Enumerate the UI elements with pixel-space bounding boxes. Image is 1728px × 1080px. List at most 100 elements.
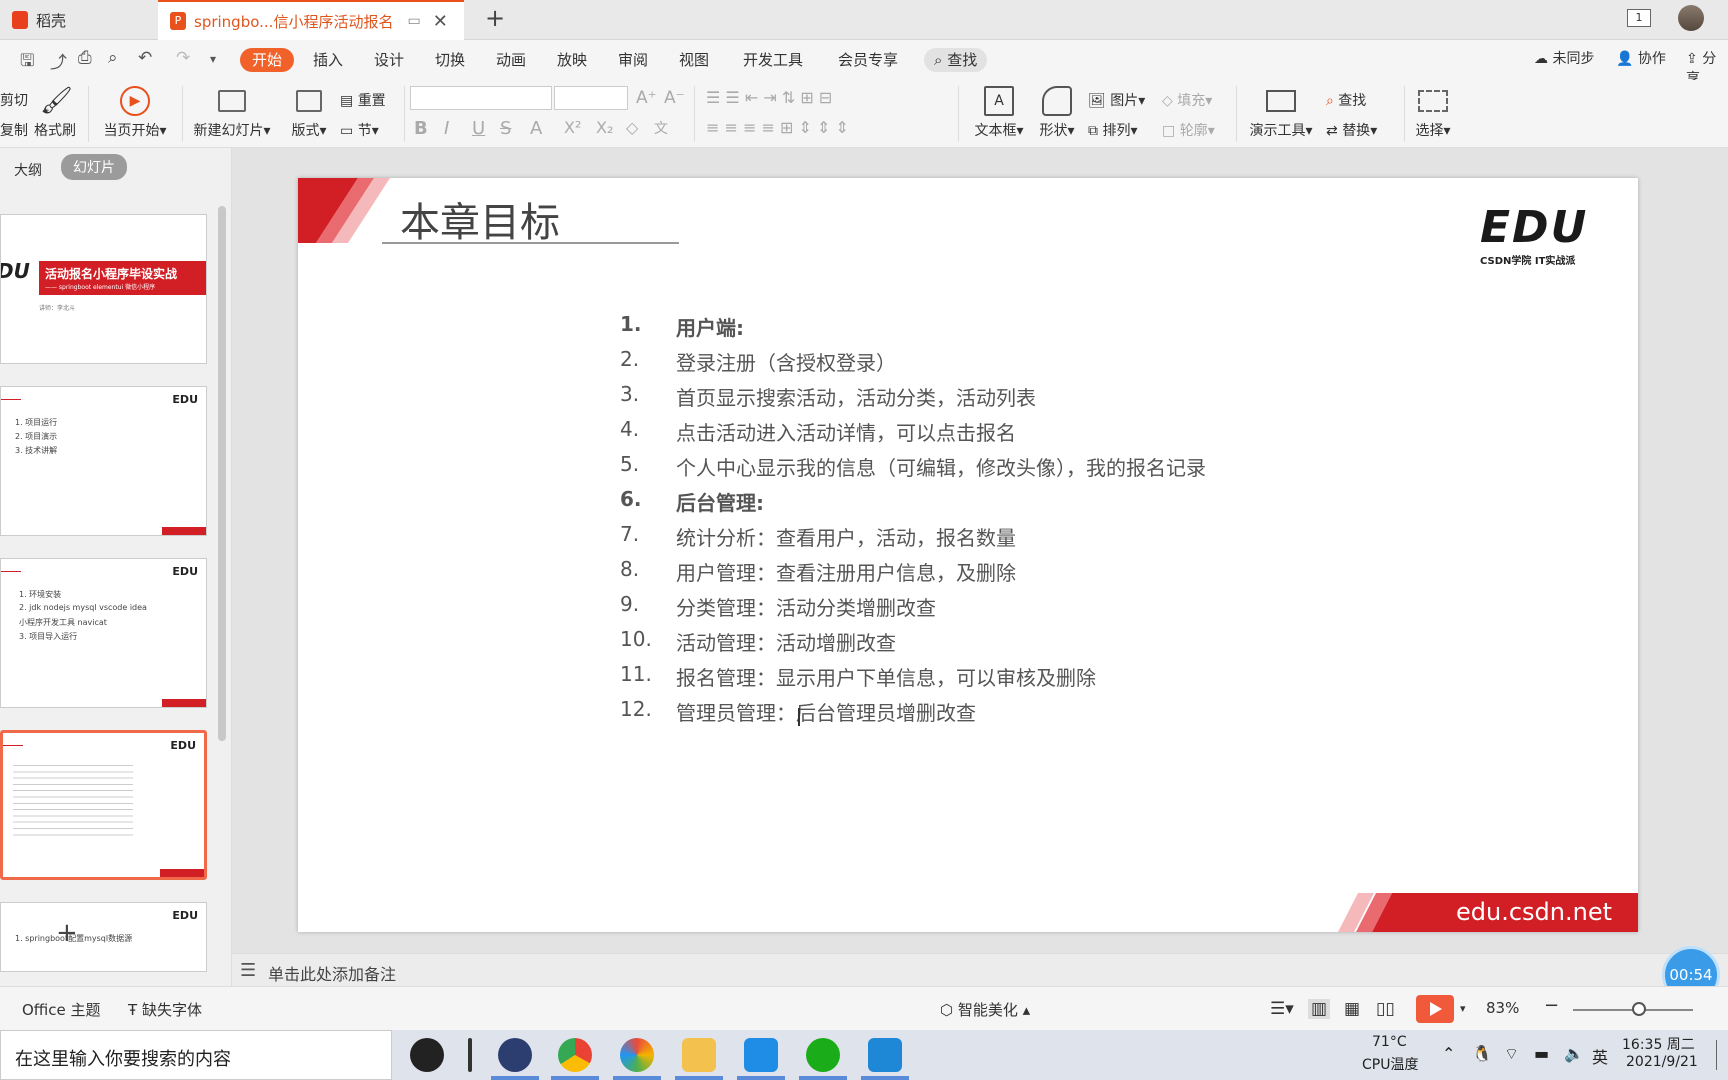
format-painter-button[interactable]: 🖌 格式刷 [30, 86, 80, 140]
play-from-current-button[interactable]: ▶ 当页开始▾ [98, 86, 172, 140]
close-tab-icon[interactable]: ✕ [433, 11, 448, 32]
chevron-up-icon[interactable]: ⌃ [1442, 1044, 1455, 1063]
tab-animation[interactable]: 动画 [496, 48, 526, 72]
wechat-devtools-icon[interactable] [806, 1038, 840, 1072]
slide-thumbnail-3[interactable]: EDU 1. 环境安装 2. jdk nodejs mysql vscode i… [0, 558, 207, 708]
theme-label[interactable]: Office 主题 [22, 999, 101, 1020]
new-tab-button[interactable]: + [485, 4, 505, 32]
clear-format-icon[interactable]: ◇ [626, 118, 638, 137]
chevron-down-icon[interactable]: ▾ [1460, 1002, 1466, 1015]
app-icon[interactable] [410, 1038, 444, 1072]
section-button[interactable]: ▭ 节▾ [340, 120, 379, 140]
thumbnail-scrollbar[interactable] [218, 206, 226, 741]
underline-icon[interactable]: U [472, 118, 485, 139]
play-slideshow-button[interactable] [1416, 995, 1454, 1023]
align-icons[interactable]: ≡ ≡ ≡ ≡ ⊞ ⇕ ⇕ ⇕ [706, 118, 849, 137]
outline-button[interactable]: □ 轮廓▾ [1162, 120, 1215, 140]
taskbar-search-box[interactable]: 在这里输入你要搜索的内容 [0, 1030, 392, 1080]
photos-icon[interactable] [620, 1038, 654, 1072]
window-count-badge[interactable]: 1 [1627, 9, 1651, 27]
tab-docer-home[interactable]: 稻壳 [0, 0, 155, 40]
clock-date[interactable]: 2021/9/21 [1626, 1054, 1698, 1070]
subscript-icon[interactable]: X₂ [596, 118, 613, 137]
chevron-down-icon[interactable]: ▾ [210, 52, 216, 66]
tab-slideshow[interactable]: 放映 [557, 48, 587, 72]
notes-placeholder[interactable]: 单击此处添加备注 [268, 961, 396, 985]
zoom-level[interactable]: 83% [1486, 999, 1519, 1017]
slide-canvas[interactable]: 本章目标 EDU CSDN学院 IT实战派 1. 用户端: 2. 登录注册（含授权登录… [298, 178, 1638, 932]
superscript-icon[interactable]: X² [564, 118, 581, 137]
tab-developer[interactable]: 开发工具 [743, 48, 803, 72]
normal-view-icon[interactable]: ▥ [1308, 999, 1331, 1019]
missing-fonts-button[interactable]: Ŧ 缺失字体 [128, 999, 202, 1020]
new-slide-button[interactable]: 新建幻灯片▾ [190, 86, 274, 140]
tab-slides[interactable]: 幻灯片 [61, 154, 127, 180]
slide-thumbnail-5[interactable]: EDU 1. springboot配置mysql数据源 [0, 902, 207, 972]
replace-button[interactable]: ⇄ 替换▾ [1326, 120, 1377, 140]
eclipse-icon[interactable] [498, 1038, 532, 1072]
tab-review[interactable]: 审阅 [618, 48, 648, 72]
slide-sorter-icon[interactable]: ▦ [1344, 999, 1360, 1019]
layout-button[interactable]: 版式▾ [286, 86, 332, 140]
wifi-icon[interactable]: ⌔ [1504, 1044, 1519, 1064]
shape-button[interactable]: 形状▾ [1034, 86, 1080, 140]
slide-thumbnail-4-selected[interactable]: EDU [0, 730, 207, 880]
select-button[interactable]: 选择▾ [1410, 86, 1456, 140]
textbox-button[interactable]: A 文本框▾ [968, 86, 1030, 140]
tab-transition[interactable]: 切换 [435, 48, 465, 72]
notes-pane[interactable]: ☰ 单击此处添加备注 [232, 953, 1728, 986]
phonetic-icon[interactable]: 文 [654, 118, 668, 138]
screen-icon[interactable]: ▭ [407, 13, 420, 29]
font-family-select[interactable] [410, 86, 552, 110]
slide-thumbnail-1[interactable]: DU 活动报名小程序毕设实战 —— springboot elementui 微… [0, 214, 207, 364]
tab-insert[interactable]: 插入 [313, 48, 343, 72]
notes-toggle-icon[interactable]: ☰▾ [1270, 999, 1294, 1019]
undo-icon[interactable]: ↶ [138, 48, 152, 68]
picture-button[interactable]: 🖼 图片▾ [1088, 90, 1145, 110]
print-icon[interactable]: ⎙ [78, 48, 92, 68]
slide-thumbnail-2[interactable]: EDU 1. 项目运行 2. 项目演示 3. 技术讲解 [0, 386, 207, 536]
show-desktop-button[interactable] [1716, 1040, 1722, 1070]
tab-design[interactable]: 设计 [374, 48, 404, 72]
qq-icon[interactable]: 🐧 [1472, 1044, 1492, 1063]
volume-icon[interactable]: 🔈 [1564, 1044, 1584, 1063]
font-shrink-icon[interactable]: A⁻ [664, 88, 685, 108]
zoom-out-icon[interactable]: − [1544, 995, 1559, 1016]
font-size-select[interactable] [554, 86, 628, 110]
tab-member[interactable]: 会员专享 [838, 48, 898, 72]
add-slide-button[interactable]: + [56, 918, 78, 948]
ime-indicator[interactable]: 英 [1592, 1044, 1608, 1068]
cloud-icon[interactable]: ⤴ [50, 48, 67, 73]
zoom-slider-thumb[interactable] [1632, 1002, 1646, 1016]
search-button[interactable]: ⌕ 查找 [924, 48, 988, 72]
italic-icon[interactable]: I [444, 118, 449, 139]
fill-button[interactable]: ◇ 填充▾ [1162, 90, 1212, 110]
tab-outline[interactable]: 大纲 [14, 160, 42, 180]
cut-button[interactable]: 剪切 [0, 90, 28, 110]
wps-icon[interactable] [744, 1038, 778, 1072]
tab-view[interactable]: 视图 [679, 48, 709, 72]
font-color-icon[interactable]: A [530, 118, 542, 139]
collaborate-button[interactable]: 👤 协作 [1616, 48, 1666, 68]
present-tools-button[interactable]: 演示工具▾ [1244, 86, 1318, 140]
reading-view-icon[interactable]: ▯▯ [1376, 999, 1395, 1019]
bullets-icon[interactable]: ☰ ☰ ⇤ ⇥ ⇅ ⊞ ⊟ [706, 88, 832, 107]
sync-button[interactable]: ☁ 未同步 [1534, 48, 1594, 68]
chrome-icon[interactable] [558, 1038, 592, 1072]
tab-document[interactable]: P springbo...信小程序活动报名 ▭ ✕ [158, 0, 464, 40]
avatar[interactable] [1678, 5, 1704, 31]
copy-button[interactable]: 复制 [0, 120, 28, 140]
vscode-icon[interactable] [868, 1038, 902, 1072]
font-grow-icon[interactable]: A⁺ [636, 88, 657, 108]
arrange-button[interactable]: ⧉ 排列▾ [1088, 120, 1137, 140]
save-icon[interactable]: 🖫 [20, 48, 34, 77]
slide-title[interactable]: 本章目标 [400, 190, 560, 248]
clock-time[interactable]: 16:35 周二 [1622, 1034, 1695, 1054]
bold-icon[interactable]: B [414, 118, 428, 139]
strikethrough-icon[interactable]: S [500, 118, 511, 139]
find-button[interactable]: ⌕ 查找 [1326, 90, 1366, 110]
file-explorer-icon[interactable] [682, 1038, 716, 1072]
reset-button[interactable]: ▤ 重置 [340, 90, 386, 110]
battery-icon[interactable]: ▬ [1534, 1044, 1549, 1063]
beautify-button[interactable]: ⬡ 智能美化 ▴ [940, 999, 1030, 1020]
